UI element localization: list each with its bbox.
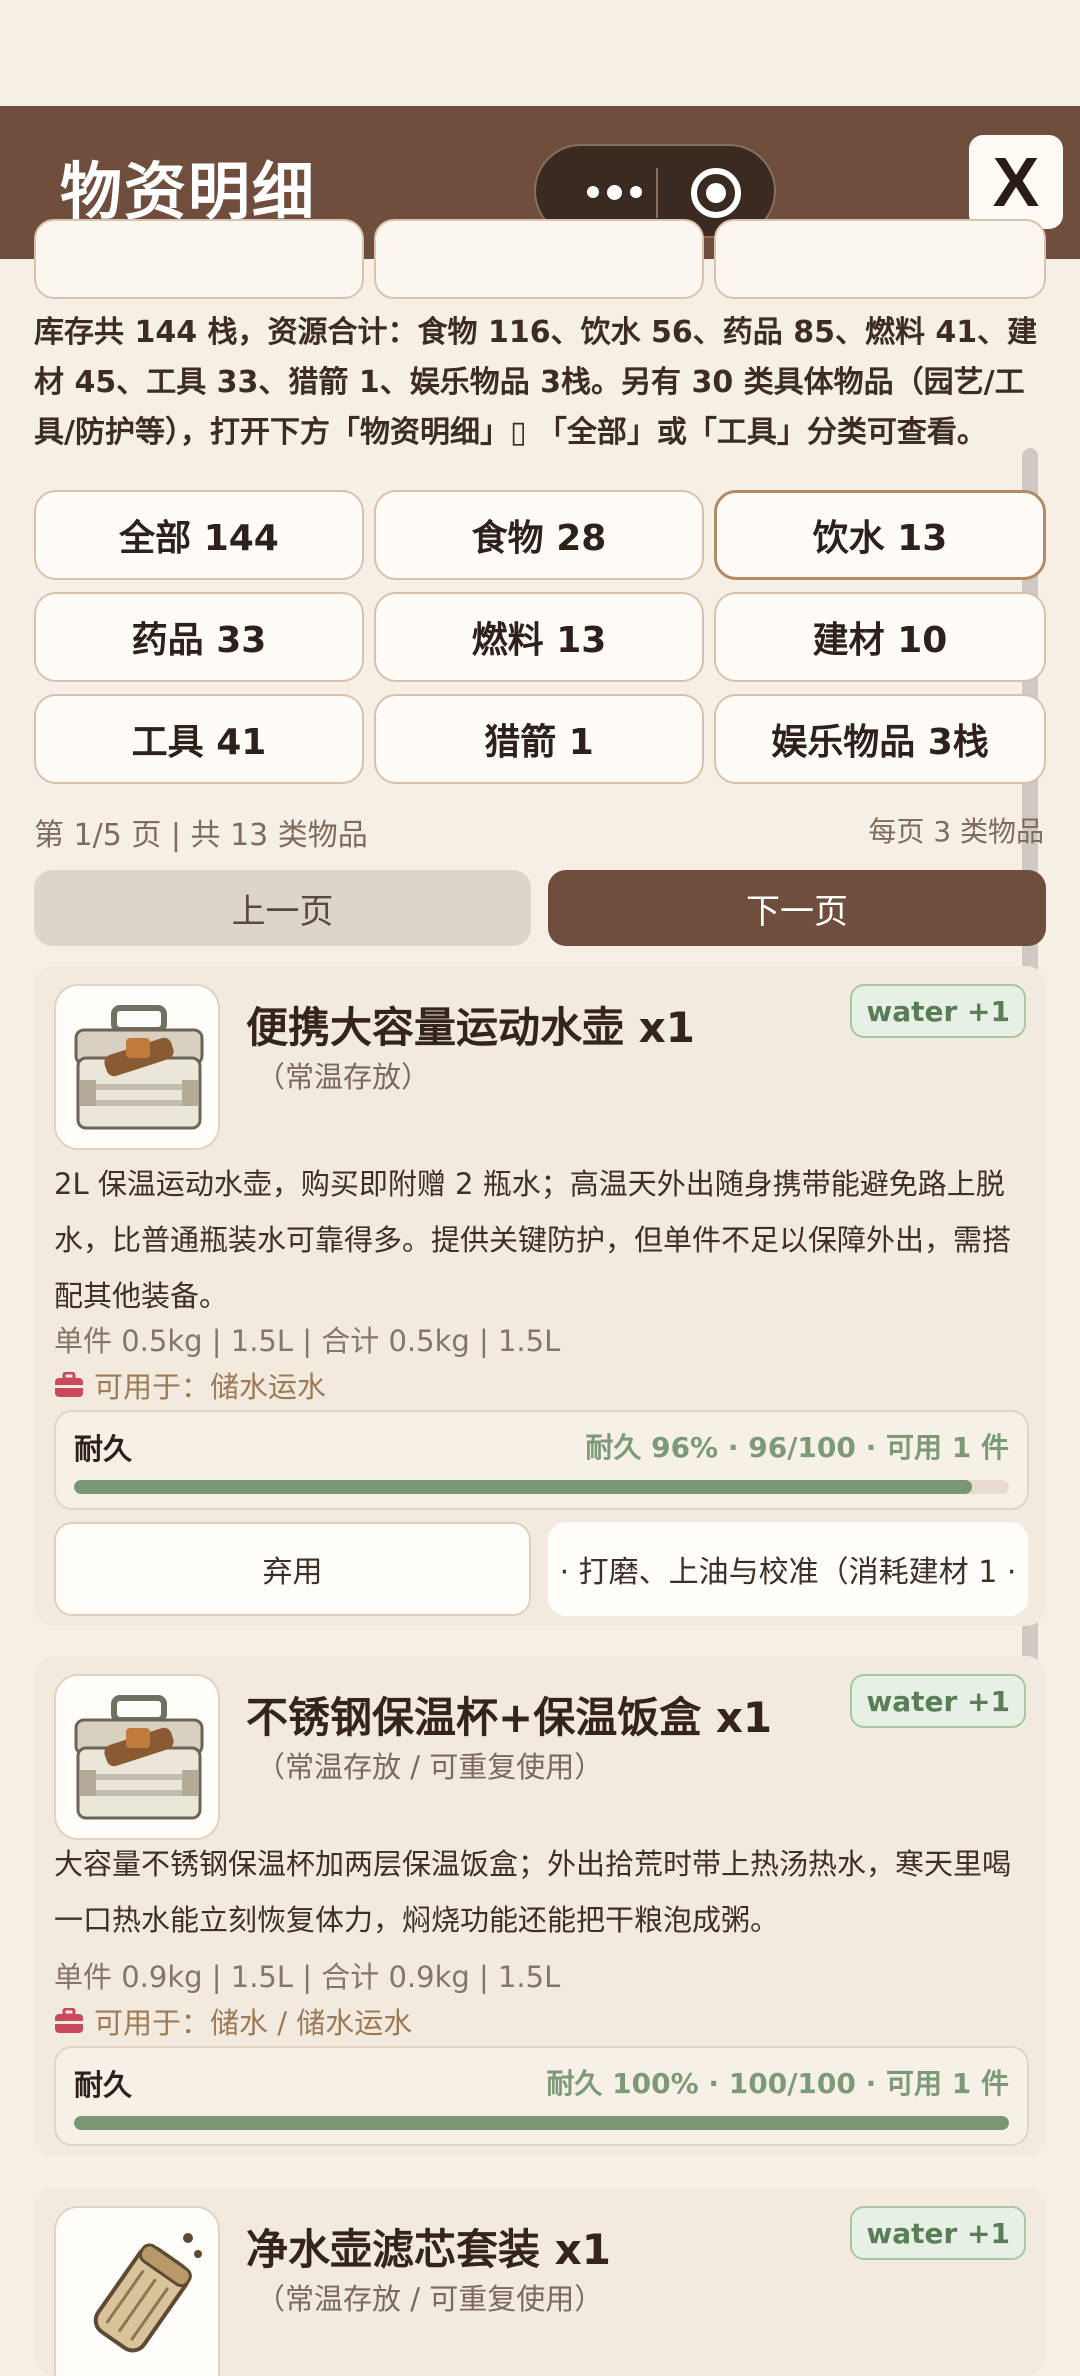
- item-tag: water +1: [850, 1674, 1026, 1728]
- scrolled-tab[interactable]: [374, 219, 704, 299]
- item-title: 净水壶滤芯套装 x1: [246, 2225, 611, 2274]
- filter-chip-all[interactable]: 全部 144: [34, 490, 364, 580]
- item-tag: water +1: [850, 984, 1026, 1038]
- next-page-button[interactable]: 下一页: [548, 870, 1046, 946]
- filter-chip-fuel[interactable]: 燃料 13: [374, 592, 704, 682]
- item-use-text: 可用于：储水运水: [94, 1370, 327, 1404]
- filter-chip-medicine[interactable]: 药品 33: [34, 592, 364, 682]
- more-icon[interactable]: [564, 164, 664, 220]
- durability-stats: 耐久 96% · 96/100 · 可用 1 件: [585, 1431, 1009, 1464]
- item-title: 不锈钢保温杯+保温饭盒 x1: [246, 1693, 773, 1742]
- item-description: 大容量不锈钢保温杯加两层保温饭盒；外出拾荒时带上热汤热水，寒天里喝一口热水能立刻…: [54, 1847, 1012, 1937]
- toolbox-small-icon: [55, 2008, 83, 2033]
- durability-fill: [74, 1480, 972, 1494]
- durability-stats: 耐久 100% · 100/100 · 可用 1 件: [546, 2067, 1009, 2100]
- item-storage: （常温存放 / 可重复使用）: [256, 2282, 604, 2316]
- pager-per-page: 每页 3 类物品: [868, 815, 1044, 848]
- capsule-divider: [656, 168, 658, 218]
- durability-bar: [74, 1480, 1009, 1494]
- item-use-text: 可用于：储水 / 储水运水: [94, 2006, 413, 2040]
- page-title: 物资明细: [60, 155, 317, 228]
- toolbox-icon: [54, 1674, 220, 1840]
- durability-panel: 耐久 耐久 100% · 100/100 · 可用 1 件: [54, 2046, 1029, 2146]
- filter-chip-entertainment[interactable]: 娱乐物品 3栈: [714, 694, 1046, 784]
- item-storage: （常温存放 / 可重复使用）: [256, 1750, 604, 1784]
- scrolled-tab[interactable]: [34, 219, 364, 299]
- filter-chip-water[interactable]: 饮水 13: [714, 490, 1046, 580]
- inventory-summary: 库存共 144 栈，资源合计：食物 116、饮水 56、药品 85、燃料 41、…: [34, 315, 1038, 450]
- durability-label: 耐久: [74, 1432, 133, 1466]
- repair-button[interactable]: · 打磨、上油与校准（消耗建材 1 ·: [548, 1522, 1028, 1616]
- filter-chip-materials[interactable]: 建材 10: [714, 592, 1046, 682]
- item-card: 净水壶滤芯套装 x1 （常温存放 / 可重复使用） water +1: [34, 2188, 1046, 2376]
- filter-chip-food[interactable]: 食物 28: [374, 490, 704, 580]
- item-weight: 单件 0.9kg | 1.5L | 合计 0.9kg | 1.5L: [54, 1960, 561, 1994]
- item-tag: water +1: [850, 2206, 1026, 2260]
- filter-chip-arrows[interactable]: 猎箭 1: [374, 694, 704, 784]
- durability-label: 耐久: [74, 2068, 133, 2102]
- item-use: 可用于：储水运水: [54, 1364, 326, 1406]
- durability-panel: 耐久 耐久 96% · 96/100 · 可用 1 件: [54, 1410, 1029, 1510]
- prev-page-button[interactable]: 上一页: [34, 870, 531, 946]
- filter-chip-tools[interactable]: 工具 41: [34, 694, 364, 784]
- scrolled-tabs: [0, 219, 1080, 304]
- scrolled-tab[interactable]: [714, 219, 1046, 299]
- item-title: 便携大容量运动水壶 x1: [246, 1003, 695, 1052]
- pager-info: 第 1/5 页 | 共 13 类物品: [34, 818, 368, 853]
- item-description: 2L 保温运动水壶，购买即附赠 2 瓶水；高温天外出随身携带能避免路上脱水，比普…: [54, 1167, 1012, 1313]
- toolbox-small-icon: [55, 1372, 83, 1397]
- close-button[interactable]: X: [969, 135, 1063, 229]
- filter-cartridge-icon: [54, 2206, 220, 2376]
- item-card: 便携大容量运动水壶 x1 （常温存放） water +1 2L 保温运动水壶，购…: [34, 966, 1046, 1626]
- item-card: 不锈钢保温杯+保温饭盒 x1 （常温存放 / 可重复使用） water +1 大…: [34, 1656, 1046, 2156]
- toolbox-icon: [54, 984, 220, 1150]
- item-use: 可用于：储水 / 储水运水: [54, 2000, 412, 2042]
- discard-button[interactable]: 弃用: [54, 1522, 531, 1616]
- item-storage: （常温存放）: [256, 1060, 431, 1094]
- item-weight: 单件 0.5kg | 1.5L | 合计 0.5kg | 1.5L: [54, 1324, 561, 1358]
- durability-bar: [74, 2116, 1009, 2130]
- close-target-icon[interactable]: [691, 168, 741, 218]
- durability-fill: [74, 2116, 1009, 2130]
